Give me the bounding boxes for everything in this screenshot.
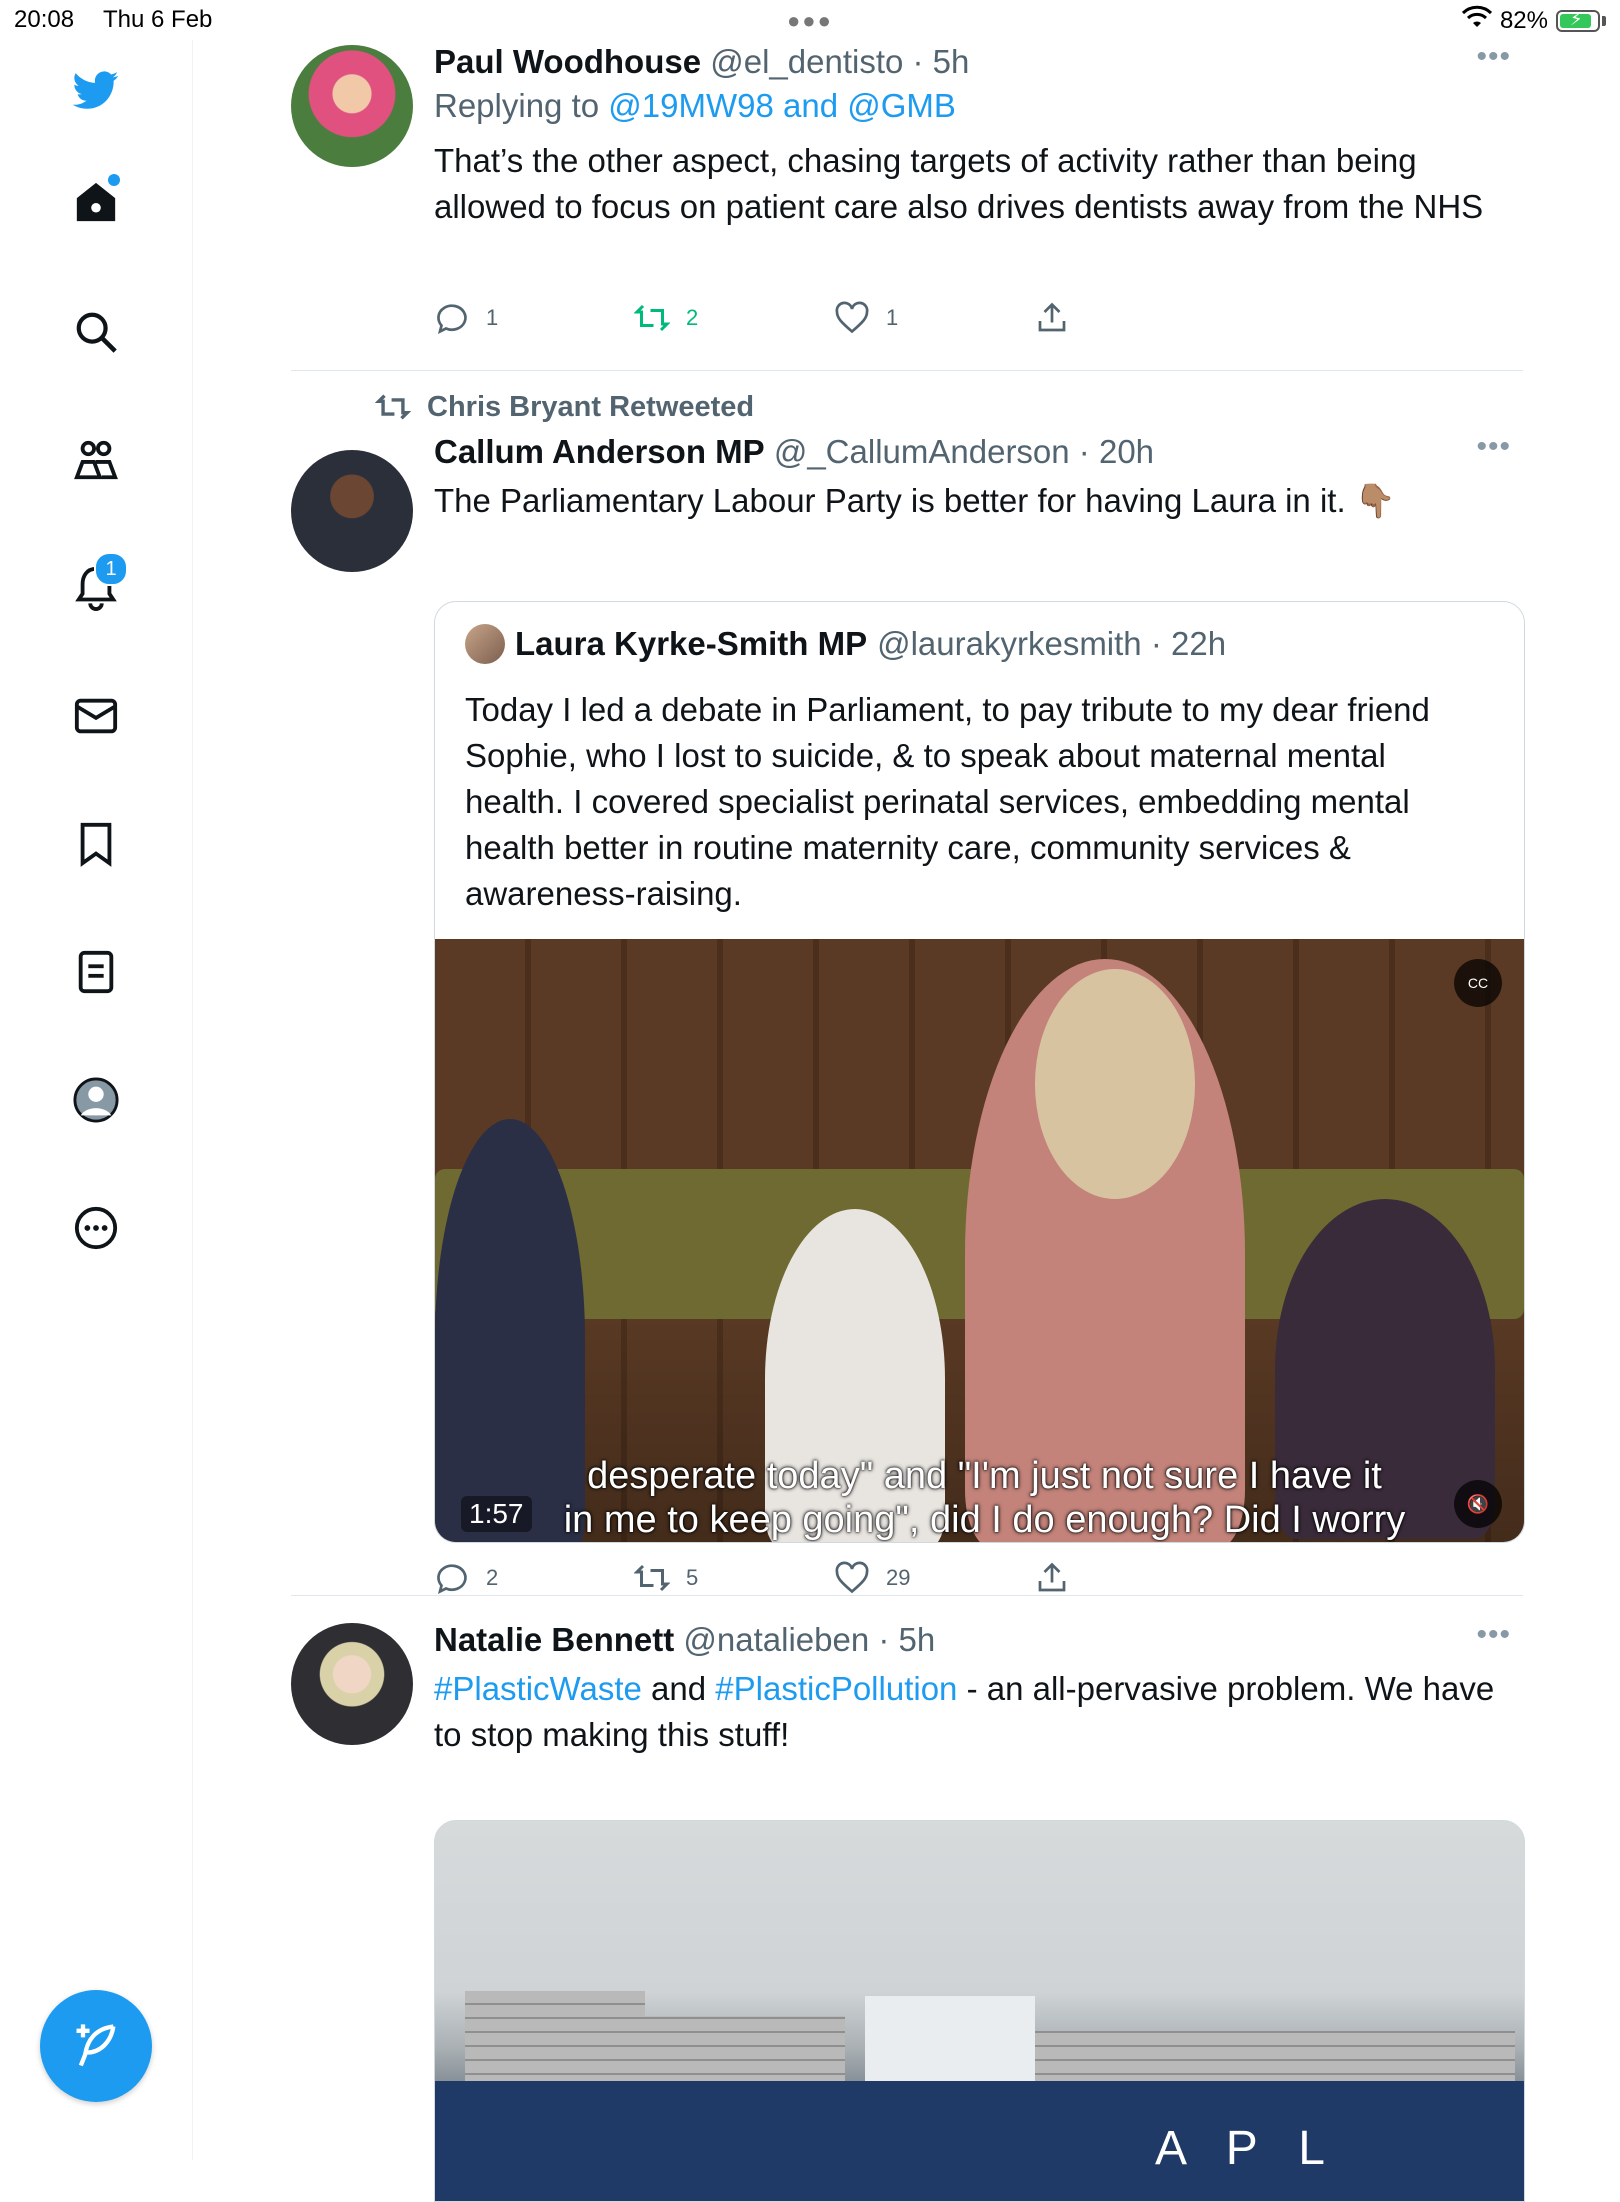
like-count: 29 — [886, 1565, 911, 1590]
avatar-paul-woodhouse[interactable] — [291, 45, 413, 167]
multitasking-dots-icon[interactable]: ●●● — [787, 8, 833, 34]
author-name[interactable]: Callum Anderson MP — [434, 433, 765, 470]
reply-button[interactable]: 1 — [434, 300, 634, 336]
video-player[interactable]: desperate today" and "I'm just not sure … — [435, 939, 1524, 1542]
tweet-more-icon[interactable]: ••• — [1476, 430, 1511, 464]
video-person — [1035, 969, 1195, 1199]
home-icon[interactable] — [66, 172, 126, 232]
tweet-actions: 1 2 1 — [434, 300, 1234, 336]
video-caption-line-2: in me to keep going", did I do enough? D… — [563, 1499, 1406, 1541]
notifications-bell-icon[interactable]: 1 — [66, 552, 128, 618]
bookmarks-icon[interactable] — [66, 814, 126, 874]
tweet-divider — [291, 370, 1523, 371]
video-time: 1:57 — [461, 1496, 532, 1532]
status-bar: 20:08 Thu 6 Feb ●●● 82% ⚡ — [0, 0, 1620, 40]
share-button[interactable] — [1034, 300, 1234, 336]
tweet-divider — [291, 1595, 1523, 1596]
heart-icon — [835, 1561, 869, 1594]
home-unread-dot — [108, 174, 120, 186]
battery-icon: ⚡ — [1556, 9, 1600, 32]
author-handle-time[interactable]: @el_dentisto · 5h — [710, 43, 969, 80]
share-button[interactable] — [1034, 1560, 1234, 1596]
status-date: Thu 6 Feb — [103, 6, 213, 33]
retweet-count: 2 — [686, 305, 699, 330]
notifications-badge: 1 — [94, 552, 128, 586]
mute-button[interactable]: 🔇 — [1454, 1480, 1502, 1528]
reply-button[interactable]: 2 — [434, 1560, 634, 1596]
reply-icon — [437, 1564, 467, 1595]
more-options-icon[interactable] — [66, 1198, 126, 1258]
quoted-tweet[interactable]: Laura Kyrke-Smith MP @laurakyrkesmith · … — [434, 601, 1525, 1543]
communities-icon[interactable] — [66, 430, 126, 490]
compose-tweet-button[interactable] — [40, 1990, 152, 2102]
retweet-button[interactable]: 2 — [634, 300, 834, 336]
avatar-callum-anderson[interactable] — [291, 450, 413, 572]
video-caption: desperate today" and "I'm just not sure … — [525, 1454, 1444, 1542]
retweet-icon — [634, 1564, 670, 1592]
explore-search-icon[interactable] — [66, 302, 126, 362]
hashtag-plastic-waste[interactable]: #PlasticWaste — [434, 1670, 642, 1707]
retweet-count: 5 — [686, 1565, 699, 1590]
retweeted-by-label: Chris Bryant Retweeted — [373, 390, 754, 424]
photo-hull-lettering: A P L — [1155, 2122, 1339, 2175]
compose-feather-icon — [76, 2024, 116, 2067]
profile-avatar-icon[interactable] — [66, 1070, 126, 1130]
tweet-text: #PlasticWaste and #PlasticPollution - an… — [434, 1666, 1523, 1758]
sidebar: 1 — [0, 40, 193, 2160]
author-name[interactable]: Natalie Bennett — [434, 1621, 674, 1658]
like-button[interactable]: 29 — [834, 1560, 1034, 1596]
tweet-natalie-bennett[interactable]: Natalie Bennett @natalieben · 5h #Plasti… — [291, 1618, 1525, 2202]
retweeted-by-text[interactable]: Chris Bryant Retweeted — [427, 391, 754, 424]
tweet-callum-anderson[interactable]: Chris Bryant Retweeted Callum Anderson M… — [291, 390, 1525, 1630]
avatar-laura-kyrke-smith[interactable] — [465, 624, 505, 664]
video-caption-line-1: desperate today" and "I'm just not sure … — [587, 1455, 1382, 1497]
lists-icon[interactable] — [66, 942, 126, 1002]
quoted-author-name[interactable]: Laura Kyrke-Smith MP — [515, 625, 867, 663]
hashtag-plastic-pollution[interactable]: #PlasticPollution — [715, 1670, 957, 1707]
author-handle-time[interactable]: @_CallumAnderson · 20h — [774, 433, 1154, 470]
author-name[interactable]: Paul Woodhouse — [434, 43, 701, 80]
messages-envelope-icon[interactable] — [66, 686, 126, 746]
retweet-icon — [634, 304, 670, 332]
share-icon — [1038, 1562, 1066, 1592]
share-icon — [1038, 302, 1066, 332]
replying-prefix: Replying to — [434, 87, 609, 124]
tweet-actions: 2 5 29 — [434, 1560, 1234, 1596]
battery-percent: 82% — [1499, 6, 1548, 34]
like-button[interactable]: 1 — [834, 300, 1034, 336]
tweet-text: The Parliamentary Labour Party is better… — [434, 482, 1396, 519]
quoted-author-handle-time[interactable]: @laurakyrkesmith · 22h — [877, 625, 1226, 663]
retweet-button[interactable]: 5 — [634, 1560, 834, 1596]
status-time: 20:08 — [14, 6, 75, 33]
closed-captions-button[interactable]: CC — [1454, 959, 1502, 1007]
reply-icon — [437, 304, 467, 335]
author-handle-time[interactable]: @natalieben · 5h — [683, 1621, 935, 1658]
tweet-text: That’s the other aspect, chasing targets… — [434, 142, 1484, 225]
retweet-icon — [374, 394, 412, 420]
replying-to-link[interactable]: @19MW98 and @GMB — [608, 87, 956, 124]
twitter-logo-icon[interactable] — [66, 60, 126, 120]
wifi-icon — [1461, 5, 1493, 36]
tweet-paul-woodhouse[interactable]: Paul Woodhouse @el_dentisto · 5h Replyin… — [291, 40, 1523, 370]
reply-count: 1 — [486, 305, 499, 330]
status-right: 82% ⚡ — [1461, 5, 1606, 36]
like-count: 1 — [886, 305, 899, 330]
speaker-muted-icon: 🔇 — [1466, 1493, 1490, 1514]
tweet-photo[interactable]: A P L — [434, 1820, 1525, 2202]
reply-count: 2 — [486, 1565, 499, 1590]
tweet-text-and: and — [641, 1670, 716, 1707]
tweet-more-icon[interactable]: ••• — [1476, 1618, 1511, 1652]
heart-icon — [835, 301, 869, 334]
quoted-tweet-text: Today I led a debate in Parliament, to p… — [465, 691, 1430, 912]
photo-ship-hull: A P L — [435, 2081, 1524, 2201]
avatar-natalie-bennett[interactable] — [291, 1623, 413, 1745]
tweet-more-icon[interactable]: ••• — [1476, 40, 1511, 74]
